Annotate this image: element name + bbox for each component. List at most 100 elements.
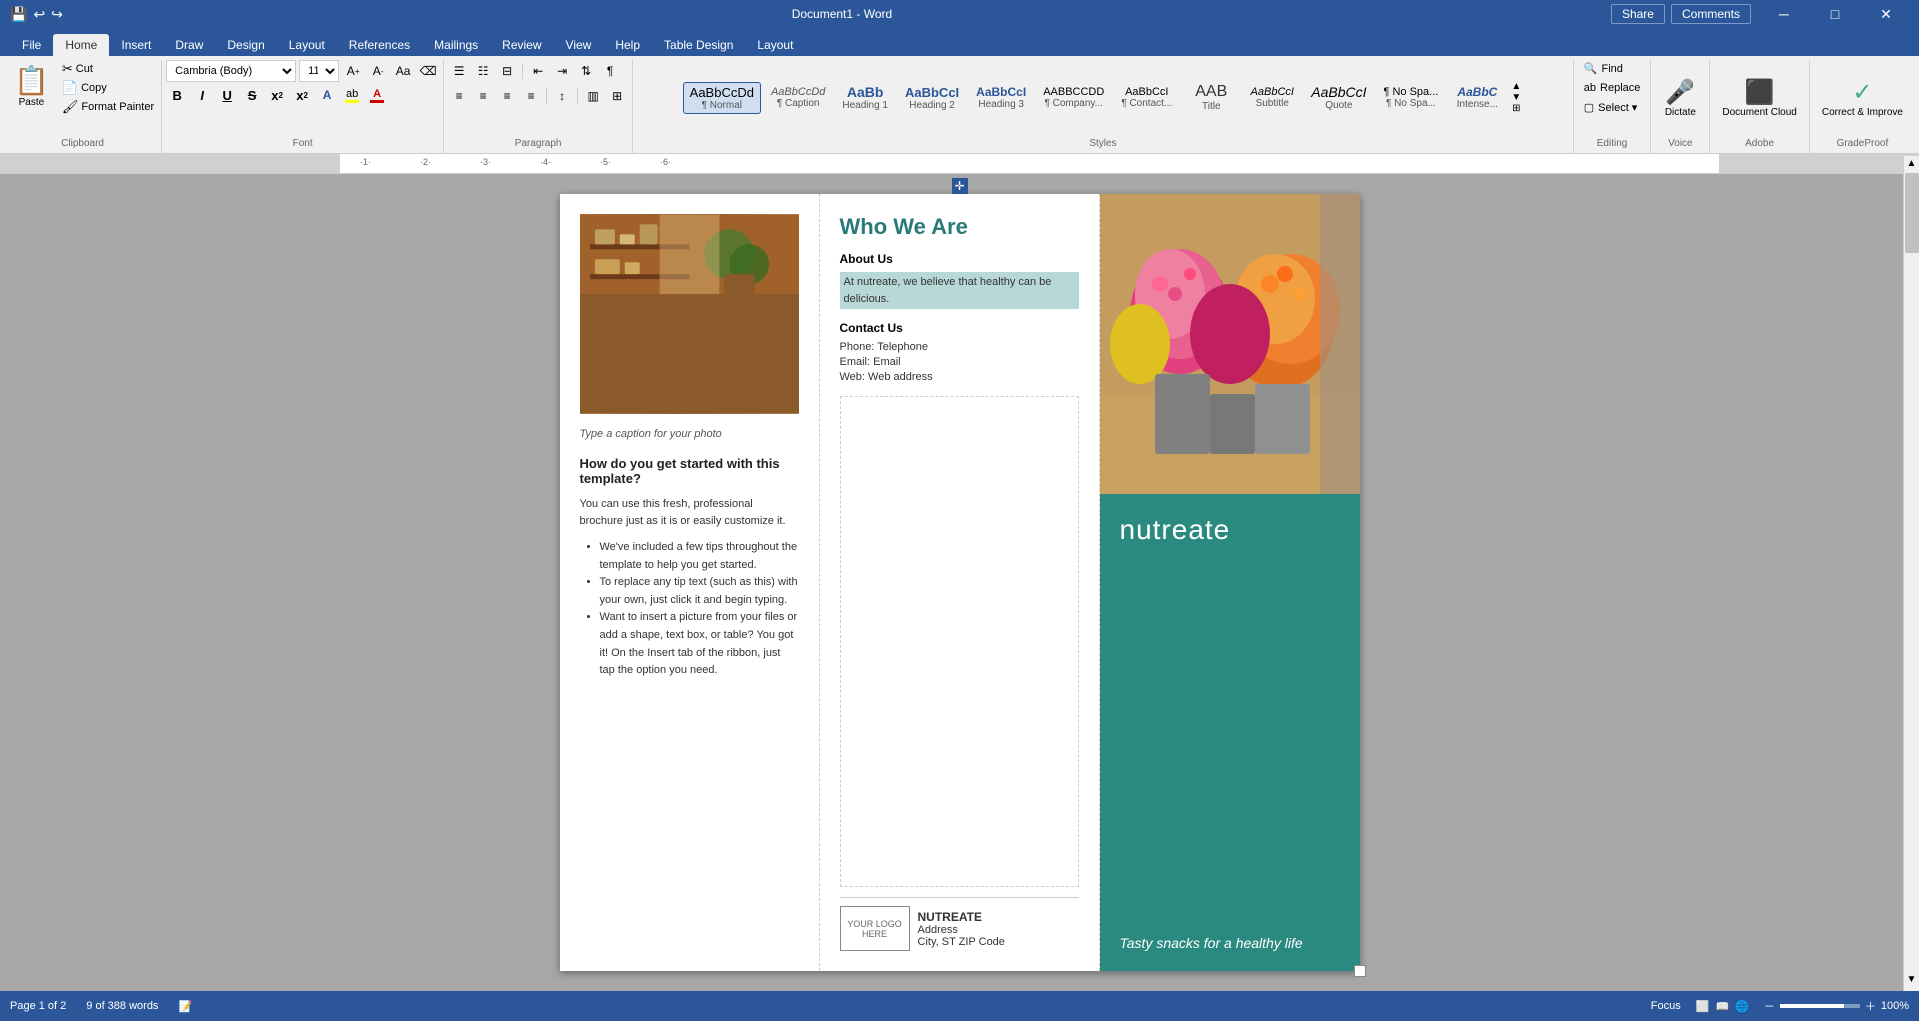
- select-button[interactable]: ▢ Select ▾: [1578, 99, 1644, 116]
- zoom-control[interactable]: － ＋ 100%: [1764, 998, 1909, 1014]
- tab-home[interactable]: Home: [53, 34, 109, 56]
- numbering-button[interactable]: ☷: [472, 60, 494, 82]
- bullets-button[interactable]: ☰: [448, 60, 470, 82]
- print-layout-icon[interactable]: ⬜: [1696, 1000, 1710, 1013]
- paste-icon: 📋: [14, 64, 49, 97]
- paste-button[interactable]: 📋 Paste: [8, 60, 55, 135]
- subscript-button[interactable]: x2: [266, 84, 288, 106]
- font-color-button[interactable]: A: [366, 84, 388, 106]
- tab-help[interactable]: Help: [603, 34, 652, 56]
- cut-button[interactable]: ✂ Cut: [59, 60, 157, 78]
- dictate-button[interactable]: 🎤 Dictate: [1655, 68, 1705, 128]
- italic-button[interactable]: I: [191, 84, 213, 106]
- style-contact[interactable]: AaBbCcI ¶ Contact...: [1114, 83, 1179, 112]
- view-controls[interactable]: ⬜ 📖 🌐: [1696, 1000, 1749, 1013]
- style-intense[interactable]: AaBbC Intense...: [1448, 82, 1506, 113]
- style-subtitle-label: Subtitle: [1256, 98, 1289, 109]
- increase-indent-button[interactable]: ⇥: [551, 60, 573, 82]
- multilevel-list-button[interactable]: ⊟: [496, 60, 518, 82]
- tab-review[interactable]: Review: [490, 34, 553, 56]
- style-normal[interactable]: AaBbCcDd ¶ Normal: [683, 82, 761, 114]
- move-handle[interactable]: ✛: [952, 178, 968, 194]
- style-heading1[interactable]: AaBb Heading 1: [835, 81, 895, 114]
- web-layout-icon[interactable]: 🌐: [1735, 1000, 1749, 1013]
- format-painter-button[interactable]: 🖌 Format Painter: [59, 98, 157, 116]
- style-company[interactable]: AABBCCDD ¶ Company...: [1036, 83, 1111, 112]
- style-nospace[interactable]: ¶ No Spa... ¶ No Spa...: [1377, 83, 1446, 112]
- align-center-button[interactable]: ≡: [472, 85, 494, 107]
- share-button[interactable]: Share: [1611, 4, 1665, 24]
- save-icon[interactable]: 💾: [10, 6, 27, 23]
- tab-view[interactable]: View: [554, 34, 604, 56]
- zoom-in-button[interactable]: ＋: [1865, 998, 1876, 1014]
- style-caption-label: ¶ Caption: [777, 98, 820, 109]
- highlight-color-button[interactable]: ab: [341, 84, 363, 106]
- proofing-icon[interactable]: 📝: [178, 1000, 192, 1013]
- tab-references[interactable]: References: [337, 34, 422, 56]
- align-left-button[interactable]: ≡: [448, 85, 470, 107]
- align-right-button[interactable]: ≡: [496, 85, 518, 107]
- line-spacing-button[interactable]: ↕: [551, 85, 573, 107]
- increase-font-size-button[interactable]: A+: [342, 60, 364, 82]
- maximize-button[interactable]: □: [1812, 0, 1858, 28]
- style-quote[interactable]: AaBbCcI Quote: [1304, 81, 1373, 114]
- zoom-slider[interactable]: [1780, 1004, 1860, 1008]
- tab-insert[interactable]: Insert: [109, 34, 163, 56]
- style-company-preview: AABBCCDD: [1043, 86, 1104, 98]
- style-heading2[interactable]: AaBbCcI Heading 2: [898, 82, 966, 114]
- app-title: Document1 - Word: [73, 7, 1611, 21]
- how-started-body: You can use this fresh, professional bro…: [580, 496, 799, 529]
- style-nospace-preview: ¶ No Spa...: [1384, 86, 1439, 98]
- tab-mailings[interactable]: Mailings: [422, 34, 490, 56]
- tab-draw[interactable]: Draw: [163, 34, 215, 56]
- styles-scroll-up[interactable]: ▲ ▼ ⊞: [1509, 81, 1523, 114]
- superscript-button[interactable]: x2: [291, 84, 313, 106]
- tab-file[interactable]: File: [10, 34, 53, 56]
- vertical-scrollbar[interactable]: ▲ ▼: [1903, 156, 1919, 991]
- strikethrough-button[interactable]: S: [241, 84, 263, 106]
- decrease-indent-button[interactable]: ⇤: [527, 60, 549, 82]
- read-mode-icon[interactable]: 📖: [1715, 1000, 1729, 1013]
- font-size-select[interactable]: 11: [299, 60, 339, 82]
- resize-handle[interactable]: [1354, 965, 1366, 977]
- replace-button[interactable]: ab Replace: [1578, 80, 1647, 96]
- quick-access-toolbar[interactable]: 💾 ↩ ↪: [10, 6, 63, 23]
- sort-button[interactable]: ⇅: [575, 60, 597, 82]
- web-item: Web: Web address: [840, 371, 1079, 383]
- decrease-font-size-button[interactable]: A-: [367, 60, 389, 82]
- bold-button[interactable]: B: [166, 84, 188, 106]
- minimize-button[interactable]: ─: [1761, 0, 1807, 28]
- text-effects-button[interactable]: A: [316, 84, 338, 106]
- zoom-out-button[interactable]: －: [1764, 998, 1775, 1014]
- tab-design[interactable]: Design: [215, 34, 276, 56]
- style-subtitle[interactable]: AaBbCcI Subtitle: [1243, 83, 1301, 112]
- style-caption[interactable]: AaBbCcDd ¶ Caption: [764, 83, 832, 112]
- undo-icon[interactable]: ↩: [33, 6, 45, 23]
- underline-button[interactable]: U: [216, 84, 238, 106]
- borders-button[interactable]: ⊞: [606, 85, 628, 107]
- justify-button[interactable]: ≡: [520, 85, 542, 107]
- correct-improve-button[interactable]: ✓ Correct & Improve: [1814, 68, 1911, 128]
- shading-button[interactable]: ▥: [582, 85, 604, 107]
- document-cloud-button[interactable]: ⬛ Document Cloud: [1714, 68, 1804, 128]
- change-case-button[interactable]: Aa: [392, 60, 414, 82]
- comments-button[interactable]: Comments: [1671, 4, 1751, 24]
- redo-icon[interactable]: ↪: [51, 6, 63, 23]
- format-painter-icon: 🖌: [62, 99, 79, 115]
- company-name: NUTREATE: [918, 910, 1005, 924]
- copy-button[interactable]: 📄 Copy: [59, 79, 157, 97]
- close-button[interactable]: ✕: [1863, 0, 1909, 28]
- dictate-icon: 🎤: [1665, 78, 1695, 107]
- find-button[interactable]: 🔍 Find: [1578, 60, 1629, 77]
- show-marks-button[interactable]: ¶: [599, 60, 621, 82]
- focus-button[interactable]: Focus: [1651, 1000, 1681, 1012]
- style-title[interactable]: AAB Title: [1182, 80, 1240, 115]
- font-family-select[interactable]: Cambria (Body): [166, 60, 296, 82]
- style-heading3[interactable]: AaBbCcI Heading 3: [969, 82, 1033, 113]
- tab-layout2[interactable]: Layout: [745, 34, 805, 56]
- tab-layout[interactable]: Layout: [277, 34, 337, 56]
- scroll-thumb[interactable]: [1905, 173, 1919, 253]
- clipboard-group-label: Clipboard: [61, 138, 104, 149]
- clear-formatting-button[interactable]: ⌫: [417, 60, 439, 82]
- tab-table-design[interactable]: Table Design: [652, 34, 745, 56]
